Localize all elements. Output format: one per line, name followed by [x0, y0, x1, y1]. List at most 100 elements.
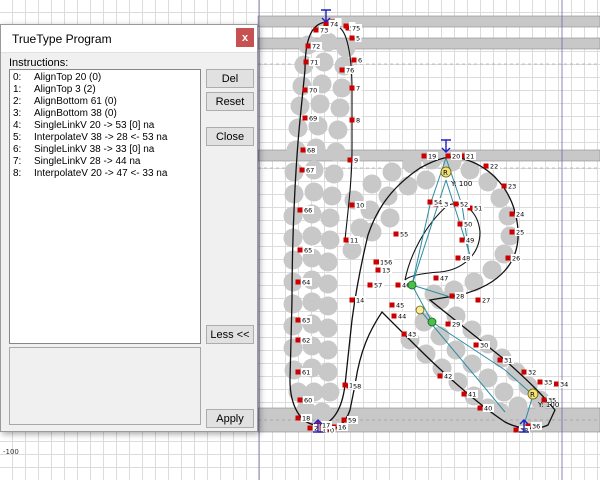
point-label: 29: [452, 321, 460, 329]
outline-point: [343, 237, 349, 243]
instruction-text: InterpolateV 38 -> 28 <- 53 na: [34, 132, 168, 143]
instruction-text: SingleLinkV 38 -> 33 [0] na: [34, 144, 155, 155]
list-item[interactable]: 5: InterpolateV 38 -> 28 <- 53 na: [10, 132, 200, 144]
outline-point: [427, 199, 433, 205]
point-label: 43: [408, 331, 416, 339]
instruction-text: SingleLinkV 28 -> 44 na: [34, 156, 141, 167]
point-label: 30: [480, 342, 488, 350]
instruction-index: 7:: [13, 156, 22, 167]
grid-node-circle: [302, 292, 322, 312]
point-label: 49: [466, 237, 474, 245]
point-label: 56: [384, 259, 392, 267]
y-anchor-bottom-label: Y: 100: [537, 401, 559, 409]
outline-point: [537, 379, 543, 385]
list-item[interactable]: 7: SingleLinkV 28 -> 44 na: [10, 156, 200, 168]
outline-point: [391, 313, 397, 319]
outline-point: [375, 267, 381, 273]
point-label: 21: [466, 153, 474, 161]
grid-node-circle: [318, 274, 338, 294]
outline-point: [307, 425, 313, 431]
outline-point: [297, 397, 303, 403]
del-button[interactable]: Del: [206, 69, 254, 88]
dialog-title-bar[interactable]: TrueType Program x: [1, 25, 257, 53]
point-label: 54: [434, 199, 442, 207]
point-label: 58: [353, 383, 361, 391]
grid-node-circle: [478, 172, 498, 192]
outline-point: [295, 317, 301, 323]
outline-point: [295, 415, 301, 421]
point-label: 6: [358, 57, 362, 65]
point-label: 31: [504, 357, 512, 365]
outline-point: [303, 59, 309, 65]
grid-node-circle: [318, 340, 338, 360]
outline-point: [455, 255, 461, 261]
instruction-index: 4:: [13, 120, 22, 131]
list-item[interactable]: 0: AlignTop 20 (0): [10, 72, 200, 84]
reset-button[interactable]: Reset: [206, 92, 254, 111]
grid-node-circle: [326, 142, 346, 162]
grid-node-circle: [464, 272, 484, 292]
point-label: 8: [356, 117, 360, 125]
outline-point: [305, 43, 311, 49]
outline-point: [349, 202, 355, 208]
outline-point: [295, 337, 301, 343]
point-label: 75: [352, 25, 360, 33]
instruction-index: 5:: [13, 132, 22, 143]
grid-node-circle: [322, 186, 342, 206]
list-item[interactable]: 4: SingleLinkV 20 -> 53 [0] na: [10, 120, 200, 132]
point-label: 13: [382, 267, 390, 275]
outline-point: [389, 302, 395, 308]
point-label: 23: [508, 183, 516, 191]
outline-point: [349, 85, 355, 91]
outline-point: [477, 405, 483, 411]
grid-node-circle: [332, 78, 352, 98]
instruction-index: 0:: [13, 72, 22, 83]
outline-point: [297, 207, 303, 213]
instruction-index: 1:: [13, 84, 22, 95]
outline-point: [433, 275, 439, 281]
outline-point: [299, 167, 305, 173]
outline-point: [300, 147, 306, 153]
point-label: 42: [444, 373, 452, 381]
close-button[interactable]: Close: [206, 127, 254, 146]
point-label: 40: [484, 405, 492, 413]
point-label: 70: [309, 87, 317, 95]
point-label: 66: [304, 207, 312, 215]
outline-point: [367, 282, 373, 288]
outline-point: [421, 153, 427, 159]
list-item[interactable]: 8: InterpolateV 20 -> 47 <- 33 na: [10, 168, 200, 180]
truetype-program-dialog: TrueType Program x Instructions: 0: Alig…: [0, 24, 258, 432]
point-label: 48: [462, 255, 470, 263]
grid-node-circle: [318, 252, 338, 272]
point-label: 71: [310, 59, 318, 67]
instructions-list[interactable]: 0: AlignTop 20 (0) 1: AlignTop 3 (2) 2: …: [9, 69, 201, 344]
y-anchor-top-label: Y: 100: [450, 180, 472, 188]
instruction-text: AlignTop 20 (0): [34, 72, 102, 83]
grid-node-circle: [302, 226, 322, 246]
outline-point: [437, 373, 443, 379]
list-item[interactable]: 6: SingleLinkV 38 -> 33 [0] na: [10, 144, 200, 156]
list-item[interactable]: 3: AlignBottom 38 (0): [10, 108, 200, 120]
list-item[interactable]: 1: AlignTop 3 (2): [10, 84, 200, 96]
ruler-label: -100: [3, 448, 19, 456]
point-label: 55: [400, 231, 408, 239]
outline-point: [445, 321, 451, 327]
point-label: 45: [396, 302, 404, 310]
hint-link-line: [411, 179, 447, 286]
point-label: 19: [428, 153, 436, 161]
close-icon[interactable]: x: [236, 28, 254, 47]
outline-point: [297, 247, 303, 253]
apply-button[interactable]: Apply: [206, 409, 254, 428]
grid-node-circle: [336, 38, 356, 58]
point-label: 10: [356, 202, 364, 210]
outline-point: [505, 255, 511, 261]
grid-node-circle: [416, 170, 436, 190]
less-button[interactable]: Less <<: [206, 325, 254, 344]
point-label: 5: [356, 35, 360, 43]
outline-point: [349, 297, 355, 303]
list-item[interactable]: 2: AlignBottom 61 (0): [10, 96, 200, 108]
instruction-index: 6:: [13, 144, 22, 155]
grid-node-circle: [284, 360, 304, 380]
point-label: 67: [306, 167, 314, 175]
outline-point: [497, 357, 503, 363]
